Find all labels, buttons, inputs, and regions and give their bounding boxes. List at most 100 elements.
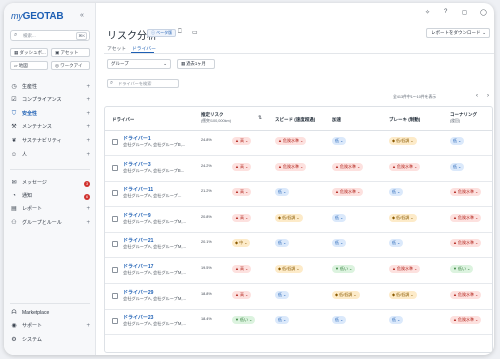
brake-level-select[interactable]: ◆低/低調⌄	[389, 290, 417, 299]
sidebar-item-groups-rules[interactable]: ⚇ グループとルール +	[10, 219, 92, 228]
collapse-sidebar-button[interactable]: «	[80, 12, 84, 19]
quick-workeye-button[interactable]: ◎ ワークアイ	[51, 61, 90, 70]
accel-level-select[interactable]: ▼低い⌄	[332, 265, 356, 273]
brake-level-select[interactable]: 低⌄	[389, 239, 404, 248]
brake-level-select[interactable]: ▲危険水準⌄	[389, 265, 421, 273]
driver-name-link[interactable]: ドライバー17	[123, 263, 153, 270]
corner-level-select[interactable]: ▲危険水準⌄	[450, 290, 482, 299]
driver-name-link[interactable]: ドライバー29	[123, 289, 153, 296]
row-checkbox[interactable]	[112, 292, 118, 299]
corner-level-select[interactable]: 低⌄	[450, 162, 465, 171]
sidebar-item-people[interactable]: ☺ 人 +	[10, 151, 92, 160]
brake-level-select[interactable]: ▲危険水準⌄	[389, 162, 421, 171]
sidebar-item-productivity[interactable]: ◷ 生産性 +	[10, 83, 92, 92]
bookmark-icon[interactable]: ⎕	[178, 29, 182, 36]
risk-level-select[interactable]: ▼低い⌄	[232, 316, 256, 325]
brake-level-select[interactable]: ◆低/低調⌄	[389, 213, 417, 222]
sidebar-item-safety[interactable]: ⛉ 安全性 +	[10, 110, 92, 119]
corner-level-select[interactable]: ▲危険水準⌄	[450, 239, 482, 248]
accel-level-select[interactable]: 低⌄	[332, 316, 347, 325]
sidebar-search-input[interactable]: ⌕ 検索... ⌘K	[10, 30, 90, 41]
accel-level-select[interactable]: 低⌄	[332, 137, 347, 145]
beta-badge[interactable]: ⓘ ベータ版	[147, 29, 177, 37]
feedback-icon[interactable]: ▭	[192, 29, 198, 36]
accel-level-select[interactable]: ◆低/低調⌄	[332, 290, 360, 299]
sidebar-item-messages[interactable]: ✉ メッセージ 3	[10, 179, 92, 188]
corner-level-select[interactable]: ▲危険水準⌄	[450, 188, 482, 197]
speed-level-select[interactable]: ▲危険水準⌄	[275, 137, 307, 145]
row-checkbox[interactable]	[112, 318, 118, 325]
table-row[interactable]: ドライバー3 会社グループA, 会社グループB... 24.2% ▲高⌄ ▲危険水準⌄ ▲…	[105, 157, 492, 182]
risk-level-select[interactable]: ▲高⌄	[232, 290, 252, 299]
table-row[interactable]: ドライバー11 会社グループA, 会社グループ... 21.2% ▲高⌄ 低⌄ ▲危険水準…	[105, 182, 492, 208]
help-icon[interactable]: ?	[444, 9, 447, 15]
geotab-logo[interactable]: myGEOTAB	[11, 11, 64, 22]
corner-level-select[interactable]: ▲危険水準⌄	[450, 316, 482, 325]
row-checkbox[interactable]	[112, 139, 118, 145]
quick-map-button[interactable]: ▱ 地図	[10, 61, 48, 70]
corner-level-select[interactable]: 低⌄	[450, 137, 465, 145]
header-cornering[interactable]: コーナリング (旋回)	[450, 112, 477, 124]
notification-bell-icon[interactable]: ◻	[462, 9, 467, 16]
driver-name-link[interactable]: ドライバー3	[123, 161, 151, 168]
table-row[interactable]: ドライバー29 会社グループA, 会社グループM,... 18.8% ▲高⌄ 低⌄ ◆低/…	[105, 285, 492, 310]
row-checkbox[interactable]	[112, 267, 118, 273]
risk-level-select[interactable]: ▲高⌄	[232, 213, 252, 222]
user-account-icon[interactable]: ◯	[480, 9, 487, 16]
driver-search-input[interactable]: ⌕ ドライバーを検索	[107, 79, 179, 88]
speed-level-select[interactable]: 低⌄	[275, 290, 290, 299]
header-speed[interactable]: スピード (速度超過)	[275, 117, 315, 123]
accel-level-select[interactable]: 低⌄	[332, 239, 347, 248]
speed-level-select[interactable]: ◆低/低調⌄	[275, 265, 303, 273]
risk-level-select[interactable]: ▲高⌄	[232, 162, 252, 171]
brake-level-select[interactable]: 低⌄	[389, 188, 404, 197]
date-range-select[interactable]: ▦ 過去1ヶ月	[177, 59, 215, 69]
table-row[interactable]: ドライバー9 会社グループA, 会社グループM,... 20.8% ▲高⌄ ◆低/低調⌄…	[105, 208, 492, 233]
corner-level-select[interactable]: ▲危険水準⌄	[450, 213, 482, 222]
sidebar-item-sustainability[interactable]: ❦ サステナビリティ +	[10, 137, 92, 146]
accel-level-select[interactable]: ▲危険水準⌄	[332, 162, 364, 171]
sidebar-item-system[interactable]: ⚙ システム	[10, 336, 92, 345]
accel-level-select[interactable]: 低⌄	[332, 213, 347, 222]
tab-assets[interactable]: アセット	[107, 45, 126, 52]
prev-page-icon[interactable]: ‹	[476, 93, 478, 99]
header-braking[interactable]: ブレーキ (制動)	[389, 117, 420, 123]
speed-level-select[interactable]: 低⌄	[275, 188, 290, 197]
driver-name-link[interactable]: ドライバー1	[123, 135, 151, 142]
sidebar-item-compliance[interactable]: ☑ コンプライアンス +	[10, 96, 92, 105]
row-checkbox[interactable]	[112, 190, 118, 197]
table-row[interactable]: ドライバー1 会社グループA, 会社グループB,... 24.8% ▲高⌄ ▲危険水準⌄…	[105, 131, 492, 156]
sidebar-item-support[interactable]: ◉ サポート +	[10, 322, 92, 331]
group-select[interactable]: グループ ⌄	[107, 59, 171, 69]
driver-name-link[interactable]: ドライバー9	[123, 212, 151, 219]
speed-level-select[interactable]: 低⌄	[275, 239, 290, 248]
accel-level-select[interactable]: ▲危険水準⌄	[332, 188, 364, 197]
risk-level-select[interactable]: ▲高⌄	[232, 265, 252, 273]
download-report-button[interactable]: レポートをダウンロード ⌄	[426, 28, 490, 38]
header-driver[interactable]: ドライバー	[112, 117, 134, 123]
sidebar-item-maintenance[interactable]: ⚒ メンテナンス +	[10, 123, 92, 132]
table-row[interactable]: ドライバー17 会社グループA, 会社グループM,... 19.5% ▲高⌄ ◆低/低調…	[105, 259, 492, 284]
row-checkbox[interactable]	[112, 241, 118, 248]
risk-level-select[interactable]: ◆中⌄	[232, 239, 251, 248]
brake-level-select[interactable]: 低⌄	[389, 316, 404, 325]
assistant-icon[interactable]: ✧	[425, 9, 430, 16]
sidebar-item-marketplace[interactable]: ᗩ Marketplace	[10, 309, 92, 318]
sort-icon[interactable]: ⇅	[258, 115, 262, 121]
tab-drivers[interactable]: ドライバー	[132, 45, 156, 52]
brake-level-select[interactable]: ◆低/低調⌄	[389, 137, 417, 145]
quick-assets-button[interactable]: ▣ アセット	[51, 48, 90, 57]
speed-level-select[interactable]: ▲危険水準⌄	[275, 162, 307, 171]
corner-level-select[interactable]: ▼低い⌄	[450, 265, 474, 273]
risk-level-select[interactable]: ▲高⌄	[232, 137, 252, 145]
row-checkbox[interactable]	[112, 164, 118, 171]
header-risk[interactable]: 推定リスク (衝突/100,000km)	[201, 112, 231, 124]
speed-level-select[interactable]: ◆低/低調⌄	[275, 213, 303, 222]
next-page-icon[interactable]: ›	[487, 93, 489, 99]
header-acceleration[interactable]: 加速	[332, 117, 341, 123]
table-row[interactable]: ドライバー21 会社グループA, 会社グループM,... 20.1% ◆中⌄ 低⌄ 低⌄ 低…	[105, 233, 492, 259]
sidebar-item-reports[interactable]: ▤ レポート +	[10, 205, 92, 214]
row-checkbox[interactable]	[112, 215, 118, 222]
table-row[interactable]: ドライバー23 会社グループA, 会社グループM,... 18.4% ▼低い⌄ 低⌄ 低⌄…	[105, 310, 492, 336]
risk-level-select[interactable]: ▲高⌄	[232, 188, 252, 197]
